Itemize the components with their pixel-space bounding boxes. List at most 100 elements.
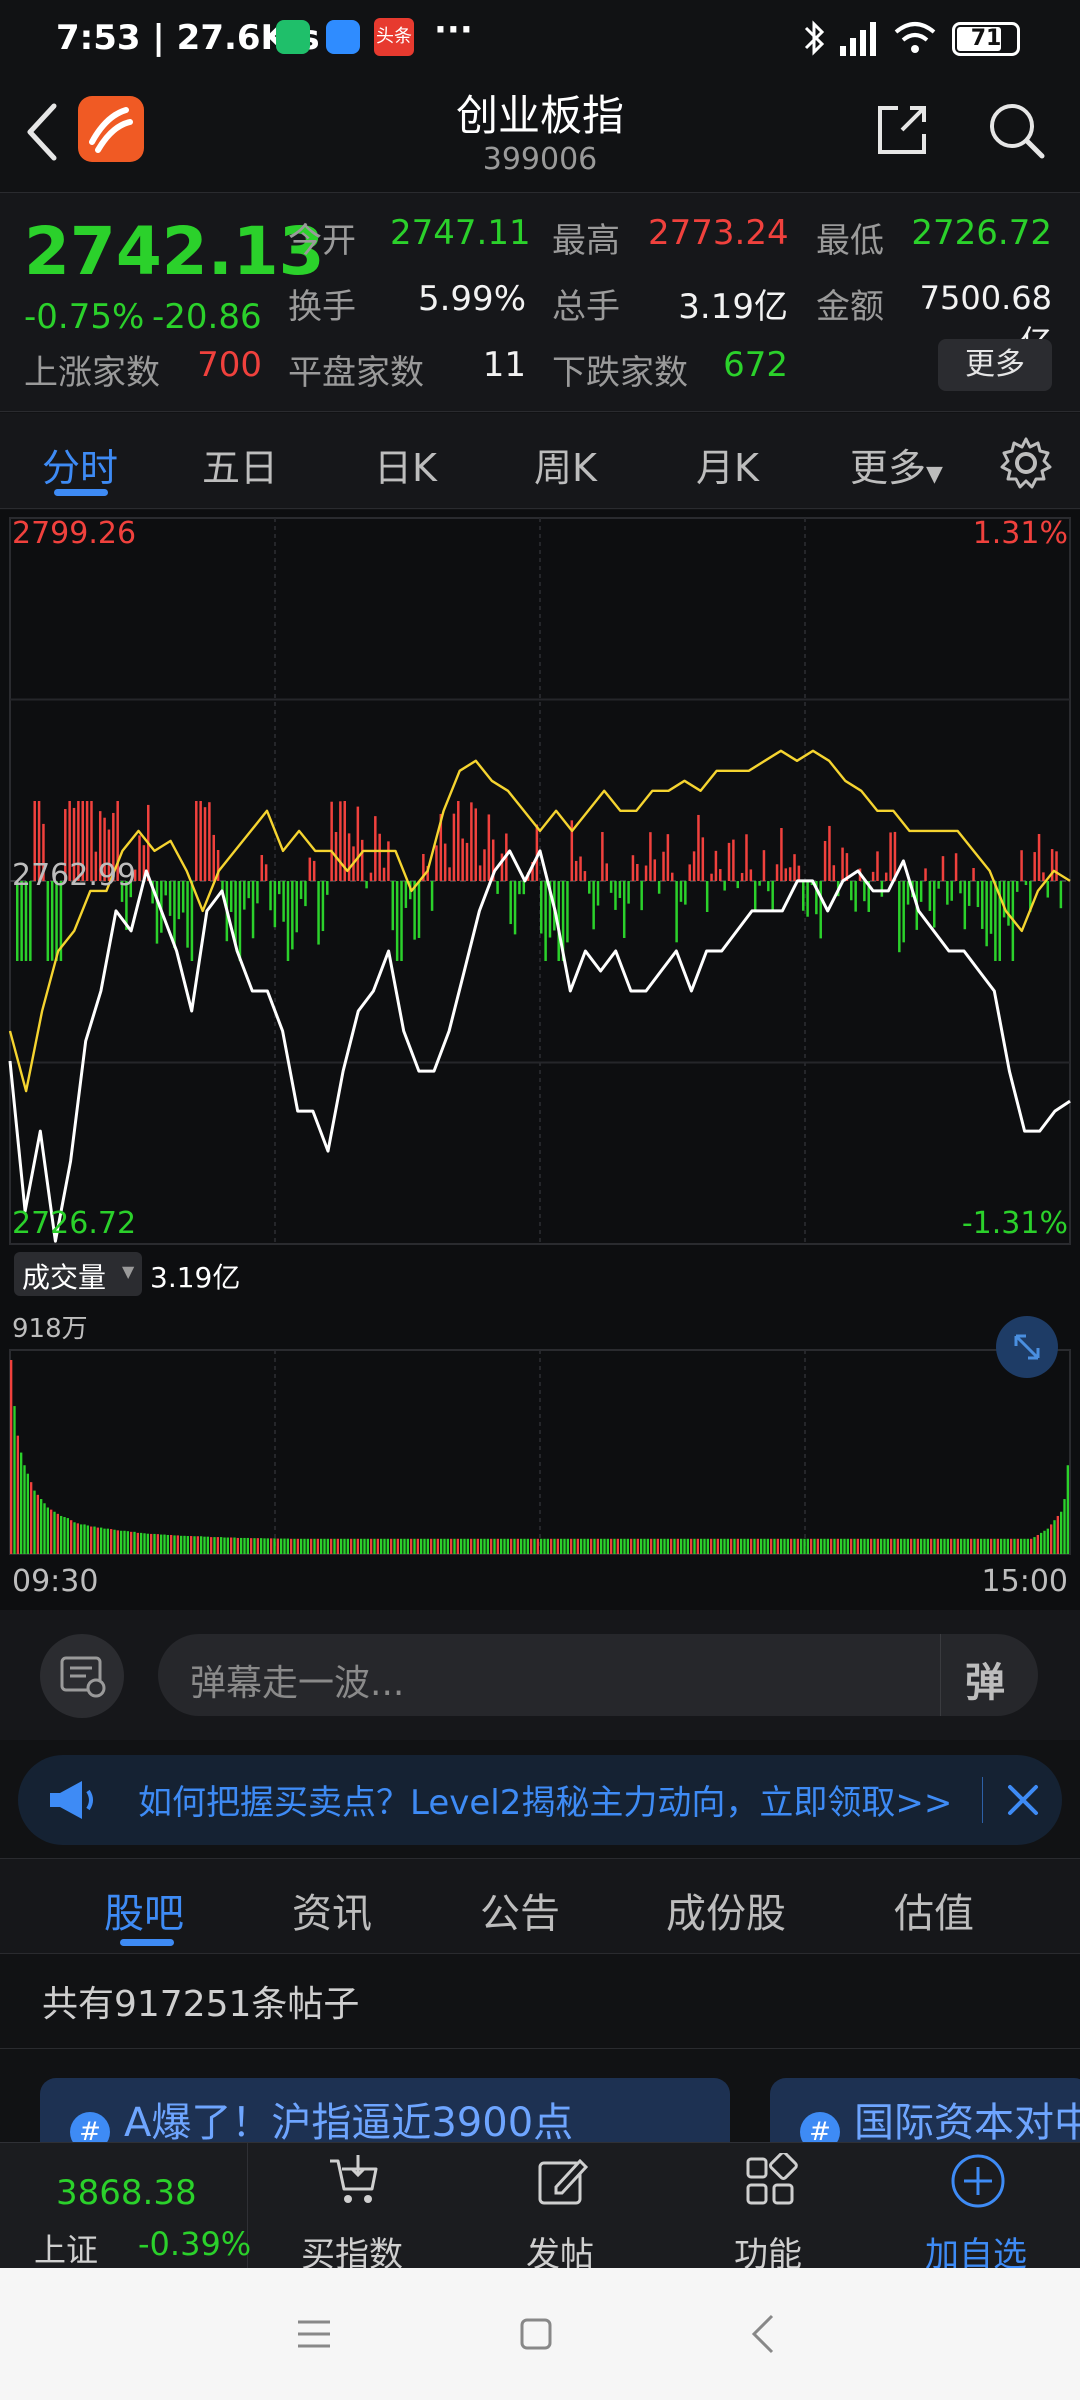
volume-bar: [310, 1538, 313, 1554]
tab-daily-k[interactable]: 日K: [374, 437, 437, 492]
functions-button[interactable]: 功能: [678, 2143, 858, 2275]
topic-card[interactable]: # A爆了！沪指逼近3900点: [40, 2078, 730, 2148]
volume-bar: [580, 1538, 583, 1554]
volume-bar: [283, 1538, 286, 1554]
tab-weekly-k[interactable]: 周K: [534, 437, 597, 492]
shanghai-index-ticker[interactable]: 3868.38 上证 -0.39%: [0, 2143, 251, 2269]
topic-card[interactable]: # 国际资本对中: [770, 2078, 1080, 2148]
volume-bar: [406, 1538, 409, 1554]
strength-bar: [155, 881, 159, 944]
strength-bar: [330, 801, 333, 881]
y-mid-label: 2762.99: [12, 858, 137, 893]
volume-bar: [803, 1538, 806, 1554]
back-icon[interactable]: [744, 2312, 784, 2356]
strength-bar: [871, 871, 875, 881]
news-app-icon: 头条: [374, 18, 414, 56]
strength-bar: [884, 872, 888, 881]
expand-chart-button[interactable]: [996, 1316, 1058, 1378]
tab-news[interactable]: 资讯: [292, 1881, 372, 1939]
volume-bar: [30, 1482, 33, 1554]
tab-more-periods[interactable]: 更多▼: [850, 437, 943, 492]
gear-icon[interactable]: [998, 435, 1054, 491]
promo-banner[interactable]: 如何把握买卖点？Level2揭秘主力动向，立即领取>>: [18, 1755, 1062, 1845]
volume-bar: [1066, 1465, 1069, 1554]
strength-bar: [251, 881, 255, 939]
share-icon[interactable]: [872, 100, 932, 160]
quote-panel: 2742.13 -0.75% -20.86 今开 2747.11 最高 2773…: [0, 192, 1080, 412]
volume-bar: [750, 1538, 753, 1554]
volume-bar: [403, 1538, 406, 1554]
volume-bar: [780, 1538, 783, 1554]
change-value: -20.86: [152, 297, 262, 337]
volume-indicator-dropdown[interactable]: 成交量 ▼: [14, 1252, 142, 1296]
volume-bar: [383, 1538, 386, 1554]
pct-min-label: -1.31%: [961, 1206, 1068, 1241]
volume-bar: [223, 1537, 226, 1554]
volume-bar: [776, 1538, 779, 1554]
menu-icon[interactable]: [294, 2314, 334, 2354]
volume-bar: [870, 1538, 873, 1554]
strength-bar: [806, 881, 809, 917]
tab-intraday[interactable]: 分时: [42, 437, 118, 492]
strength-bar: [941, 856, 945, 881]
tab-valuation[interactable]: 估值: [894, 1881, 974, 1939]
tab-announcements[interactable]: 公告: [480, 1881, 560, 1939]
home-icon[interactable]: [516, 2314, 556, 2354]
volume-bar: [326, 1538, 329, 1554]
strength-bar: [692, 851, 696, 881]
strength-bar: [1042, 872, 1045, 881]
volume-bar: [133, 1531, 136, 1554]
signal-icon: [840, 22, 876, 56]
strength-bar: [395, 881, 399, 961]
volume-bar: [196, 1536, 199, 1554]
volume-bar: [173, 1535, 176, 1554]
strength-bar: [627, 881, 630, 904]
search-icon[interactable]: [984, 98, 1048, 162]
strength-bar: [666, 834, 670, 881]
volume-bar: [543, 1538, 546, 1554]
add-watchlist-button[interactable]: 加自选: [886, 2143, 1066, 2275]
current-price: 2742.13: [24, 213, 325, 290]
volume-bar: [553, 1538, 556, 1554]
strength-bar: [1033, 852, 1036, 881]
volume-bar: [366, 1538, 369, 1554]
strength-bar: [649, 832, 652, 881]
tab-guba[interactable]: 股吧: [104, 1881, 184, 1939]
strength-bar: [605, 863, 608, 881]
volume-bar: [640, 1538, 643, 1554]
volume-bar: [710, 1538, 713, 1554]
volume-bar: [593, 1538, 596, 1554]
volume-bar: [903, 1538, 906, 1554]
volume-bar: [1060, 1511, 1063, 1554]
post-button[interactable]: 发帖: [470, 2143, 650, 2275]
status-bar: 7:53 | 27.6K/s 头条 ··· 71: [0, 0, 1080, 80]
volume-bar: [120, 1530, 123, 1554]
strength-bar: [601, 832, 604, 881]
strength-bar: [286, 881, 290, 961]
y-min-label: 2726.72: [12, 1206, 137, 1241]
tab-constituents[interactable]: 成份股: [666, 1881, 786, 1939]
tab-five-day[interactable]: 五日: [202, 437, 278, 492]
strength-bar: [496, 881, 499, 894]
close-icon[interactable]: [1002, 1779, 1044, 1821]
banner-divider: [982, 1777, 983, 1823]
volume-bar: [533, 1538, 536, 1554]
more-stats-button[interactable]: 更多: [938, 339, 1052, 391]
danmaku-settings-button[interactable]: [40, 1634, 124, 1718]
volume-bar: [753, 1538, 756, 1554]
volume-bar: [540, 1538, 543, 1554]
strength-bar: [679, 881, 683, 902]
volume-bar: [53, 1511, 56, 1554]
intraday-chart[interactable]: 2799.26 1.31% 2762.99 2726.72 -1.31% 成交量…: [0, 510, 1080, 1610]
community-tab-indicator: [120, 1939, 174, 1946]
pct-max-label: 1.31%: [972, 516, 1068, 551]
volume-bar: [490, 1538, 493, 1554]
buy-index-button[interactable]: 买指数: [262, 2143, 442, 2275]
tab-monthly-k[interactable]: 月K: [696, 437, 759, 492]
danmaku-toggle-button[interactable]: 弹: [940, 1634, 1038, 1716]
strength-bar: [457, 801, 460, 881]
volume-bar: [56, 1513, 59, 1554]
volume-bar: [390, 1538, 393, 1554]
volume-bar: [450, 1538, 453, 1554]
volume-bar: [330, 1538, 333, 1554]
